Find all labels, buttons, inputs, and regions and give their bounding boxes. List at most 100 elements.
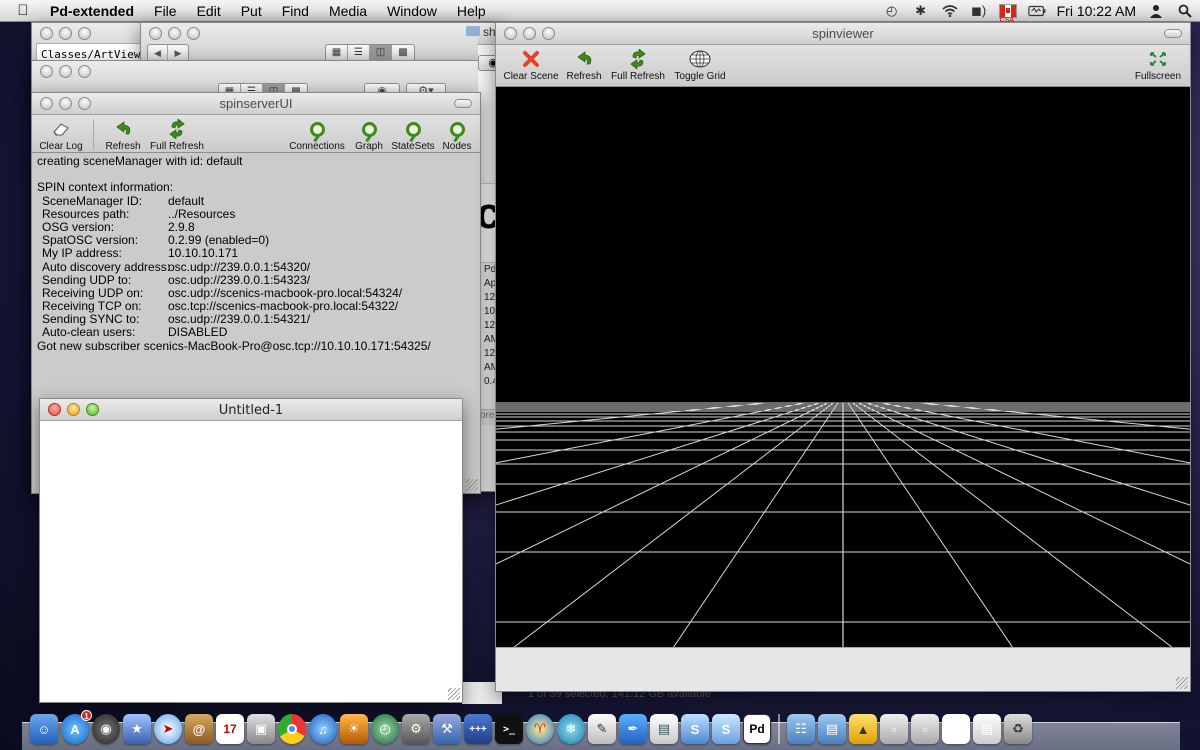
time-machine-icon[interactable]: ◴ — [883, 3, 901, 19]
finder-dock-icon[interactable]: ☺ — [30, 714, 58, 744]
close-icon[interactable] — [40, 65, 53, 78]
patch-canvas[interactable] — [40, 421, 462, 702]
iphoto-dock-icon[interactable]: ☀ — [340, 714, 368, 744]
magnifier-icon — [449, 121, 465, 137]
zoom-icon[interactable] — [78, 27, 91, 40]
spotlight-icon[interactable] — [1176, 3, 1194, 19]
menu-window[interactable]: Window — [377, 0, 447, 22]
menu-find[interactable]: Find — [272, 0, 319, 22]
app-store-dock-icon[interactable]: A1 — [61, 710, 92, 744]
itunes-dock-icon[interactable]: ♫ — [309, 714, 337, 744]
zoom-icon[interactable] — [542, 27, 555, 40]
close-icon[interactable] — [504, 27, 517, 40]
zoom-icon[interactable] — [187, 27, 200, 40]
close-icon[interactable] — [40, 27, 53, 40]
fullscreen-button[interactable]: Fullscreen — [1132, 48, 1184, 82]
calendar-dock-icon[interactable]: 17 — [216, 714, 244, 744]
column-view-icon[interactable]: ◫ — [370, 45, 392, 61]
resize-grip-icon[interactable] — [448, 688, 460, 700]
toolbar-toggle-pill-icon[interactable] — [454, 99, 472, 108]
clear-log-button[interactable]: Clear Log — [36, 118, 86, 152]
wifi-icon[interactable] — [941, 3, 959, 19]
minimize-icon[interactable] — [168, 27, 181, 40]
minimize-icon[interactable] — [67, 403, 80, 416]
untitled-title: Untitled-1 — [218, 403, 284, 418]
list-view-icon[interactable]: ☰ — [348, 45, 370, 61]
max-dock-icon[interactable]: ♈ — [526, 714, 554, 744]
volume-icon[interactable]: ◼) — [970, 3, 988, 19]
log-info-key: Resources path: — [42, 206, 130, 221]
clock-text[interactable]: Fri 10:22 AM — [1057, 3, 1136, 19]
time-machine-dock-icon[interactable]: ◴ — [371, 714, 399, 744]
trash-dock-icon[interactable]: ♻ — [1004, 714, 1032, 744]
minimize-icon[interactable] — [59, 97, 72, 110]
resize-grip-icon[interactable] — [466, 479, 478, 491]
s-spin-dock-icon[interactable]: S — [712, 714, 740, 744]
refresh-button[interactable]: Refresh — [101, 118, 145, 152]
xcode-dock-icon[interactable]: ⚒ — [433, 714, 461, 744]
window-thumb-dock-icon[interactable] — [942, 714, 970, 744]
preview-dock-icon[interactable]: ▣ — [247, 714, 275, 744]
toolbar-separator — [93, 119, 94, 149]
resize-grip-icon[interactable] — [1176, 677, 1188, 689]
close-icon[interactable] — [40, 97, 53, 110]
log-info-value: ../Resources — [168, 206, 236, 221]
close-icon[interactable] — [149, 27, 162, 40]
s-script-dock-icon[interactable]: S — [681, 714, 709, 744]
minimize-icon[interactable] — [523, 27, 536, 40]
graph-button[interactable]: Graph — [352, 118, 386, 152]
menu-put[interactable]: Put — [231, 0, 272, 22]
back-arrow-icon[interactable]: ◀ — [148, 45, 168, 61]
snowflake-dock-icon[interactable]: ❄ — [557, 714, 585, 744]
pmask-dock-icon[interactable]: +++ — [464, 714, 492, 744]
notes-pen-dock-icon[interactable]: ✒ — [619, 714, 647, 744]
document-dock-icon[interactable]: ▤ — [650, 714, 678, 744]
minimize-icon[interactable] — [59, 65, 72, 78]
3d-viewport[interactable] — [496, 87, 1190, 648]
toggle-grid-button[interactable]: Toggle Grid — [672, 48, 728, 82]
dashboard-dock-icon[interactable]: ◉ — [92, 714, 120, 744]
input-source-flag-icon[interactable]: CSA — [998, 3, 1017, 24]
window-thumb-dock-icon[interactable]: ▫ — [911, 714, 939, 744]
nodes-button[interactable]: Nodes — [440, 118, 474, 152]
menu-help[interactable]: Help — [447, 0, 496, 22]
safari-dock-icon[interactable]: ➤ — [154, 714, 182, 744]
clear-log-label: Clear Log — [39, 141, 83, 152]
chrome-dock-icon[interactable] — [278, 714, 306, 744]
statesets-button[interactable]: StateSets — [390, 118, 436, 152]
window-thumb-dock-icon[interactable]: ▤ — [973, 714, 1001, 744]
window-thumb-dock-icon[interactable]: ▫ — [880, 714, 908, 744]
applications-folder-dock-icon[interactable]: ☷ — [787, 714, 815, 744]
user-icon[interactable] — [1147, 3, 1165, 19]
downloads-stack-dock-icon[interactable]: ▲ — [849, 714, 877, 744]
forward-arrow-icon[interactable]: ▶ — [168, 45, 188, 61]
bluetooth-icon[interactable]: ✱ — [912, 3, 930, 19]
terminal-dock-icon[interactable]: >_ — [495, 714, 523, 744]
clear-scene-button[interactable]: Clear Scene — [502, 48, 560, 82]
menu-file[interactable]: File — [144, 0, 187, 22]
log-info-row: Auto discovery address: osc.udp://239.0.0… — [37, 260, 475, 274]
minimize-icon[interactable] — [59, 27, 72, 40]
apple-menu-icon[interactable]:  — [0, 2, 46, 19]
battery-icon[interactable] — [1027, 3, 1046, 19]
mission-control-dock-icon[interactable]: ★ — [123, 714, 151, 744]
textedit-dock-icon[interactable]: ✎ — [588, 714, 616, 744]
icon-view-icon[interactable]: ▦ — [326, 45, 348, 61]
menu-media[interactable]: Media — [319, 0, 377, 22]
connections-button[interactable]: Connections — [287, 118, 347, 152]
viewer-full-refresh-button[interactable]: Full Refresh — [608, 48, 668, 82]
pd-dock-icon[interactable]: Pd — [743, 714, 771, 744]
system-preferences-dock-icon[interactable]: ⚙ — [402, 714, 430, 744]
menu-edit[interactable]: Edit — [187, 0, 231, 22]
menu-app-name[interactable]: Pd-extended — [46, 0, 144, 22]
contacts-dock-icon[interactable]: @ — [185, 714, 213, 744]
zoom-icon[interactable] — [78, 65, 91, 78]
close-icon[interactable] — [48, 403, 61, 416]
zoom-icon[interactable] — [86, 403, 99, 416]
toolbar-toggle-pill-icon[interactable] — [1164, 29, 1182, 38]
documents-folder-dock-icon[interactable]: ▤ — [818, 714, 846, 744]
coverflow-view-icon[interactable]: ▩ — [392, 45, 414, 61]
viewer-refresh-button[interactable]: Refresh — [564, 48, 604, 82]
zoom-icon[interactable] — [78, 97, 91, 110]
full-refresh-button[interactable]: Full Refresh — [147, 118, 207, 152]
